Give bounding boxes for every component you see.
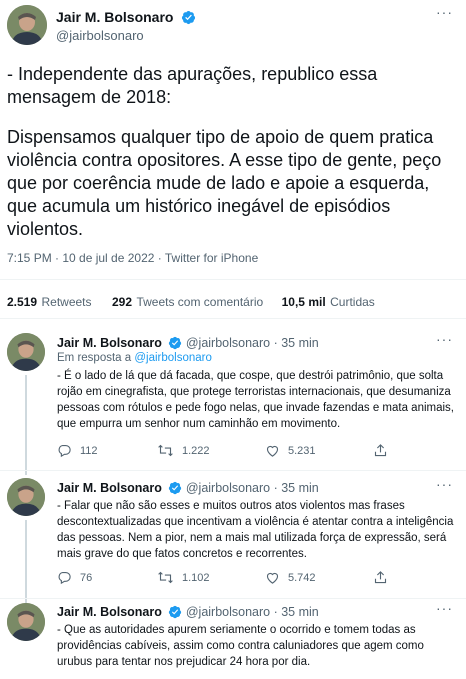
reply-count: 112 <box>80 444 98 457</box>
reply-text: - Que as autoridades apurem seriamente o… <box>57 624 424 668</box>
stat-quotes[interactable]: 292 Tweets com comentário <box>112 293 263 310</box>
reply-author-name[interactable]: Jair M. Bolsonaro <box>57 481 162 495</box>
reply-icon <box>58 571 71 585</box>
reply-handle-time[interactable]: @jairbolsonaro · 35 min <box>186 481 319 495</box>
quotes-label: Tweets com comentário <box>136 295 264 309</box>
main-tweet-handle[interactable]: @jairbolsonaro <box>56 28 144 43</box>
likes-label: Curtidas <box>330 295 375 309</box>
reply-actions: 76 1.102 5.742 <box>57 570 457 588</box>
verified-badge-icon <box>169 336 182 350</box>
avatar-portrait-icon <box>7 603 45 641</box>
avatar-portrait-icon <box>7 5 47 45</box>
reply-author-name[interactable]: Jair M. Bolsonaro <box>57 336 162 350</box>
like-count: 5.742 <box>288 571 316 584</box>
retweet-count: 1.102 <box>182 571 210 584</box>
like-count: 5.231 <box>288 444 316 457</box>
main-tweet-author-name[interactable]: Jair M. Bolsonaro <box>56 9 173 25</box>
quotes-count: 292 <box>111 295 132 309</box>
stat-likes[interactable]: 10,5 mil Curtidas <box>282 293 375 310</box>
verified-badge-icon <box>181 10 195 25</box>
more-options-icon[interactable]: ··· <box>436 331 453 347</box>
reply-avatar[interactable] <box>7 478 45 516</box>
like-button[interactable]: 5.742 <box>265 570 316 585</box>
reply-to-line: Em resposta a @jairbolsonaro <box>57 352 212 364</box>
reply-text: - Falar que não são esses e muitos outro… <box>57 500 454 560</box>
divider <box>0 279 466 280</box>
reply-button[interactable]: 112 <box>57 443 98 458</box>
divider <box>0 470 466 471</box>
reply-handle-time[interactable]: @jairbolsonaro · 35 min <box>186 336 319 350</box>
main-tweet-avatar[interactable] <box>7 5 47 45</box>
stats-bar: 2.519 Retweets 292 Tweets com comentário… <box>7 293 462 311</box>
reply-avatar[interactable] <box>7 333 45 371</box>
more-options-icon[interactable]: ··· <box>436 4 453 20</box>
avatar-portrait-icon <box>7 333 45 371</box>
retweet-button[interactable]: 1.102 <box>157 570 210 585</box>
main-tweet-header: Jair M. Bolsonaro <box>56 9 196 27</box>
retweet-button[interactable]: 1.222 <box>157 443 210 458</box>
reply-actions: 112 1.222 5.231 <box>57 443 457 461</box>
main-tweet-paragraph-2: Dispensamos qualquer tipo de apoio de qu… <box>7 127 442 239</box>
share-button[interactable] <box>373 570 396 585</box>
retweet-icon <box>158 444 173 457</box>
main-tweet-paragraph-1: - Independente das apurações, republico … <box>7 64 378 107</box>
share-button[interactable] <box>373 443 396 458</box>
reply-to-prefix: Em resposta a <box>57 352 132 364</box>
like-icon <box>266 445 279 457</box>
retweets-label: Retweets <box>41 295 92 309</box>
reply-avatar[interactable] <box>7 603 45 641</box>
stat-retweets[interactable]: 2.519 Retweets <box>7 293 92 310</box>
like-button[interactable]: 5.231 <box>265 443 316 458</box>
like-icon <box>266 572 279 584</box>
more-options-icon[interactable]: ··· <box>436 476 453 492</box>
reply-handle-time[interactable]: @jairbolsonaro · 35 min <box>186 605 319 619</box>
reply-text: - É o lado de lá que dá facada, que cosp… <box>57 370 454 430</box>
retweet-icon <box>158 571 173 584</box>
reply-to-handle[interactable]: @jairbolsonaro <box>134 352 212 364</box>
retweets-count: 2.519 <box>7 295 38 309</box>
reply-header: Jair M. Bolsonaro @jairbolsonaro · 35 mi… <box>57 336 319 350</box>
reply-button[interactable]: 76 <box>57 570 92 585</box>
reply-author-name[interactable]: Jair M. Bolsonaro <box>57 605 162 619</box>
thread-line <box>25 520 27 605</box>
reply-header: Jair M. Bolsonaro @jairbolsonaro · 35 mi… <box>57 605 319 619</box>
likes-count: 10,5 mil <box>281 295 326 309</box>
more-options-icon[interactable]: ··· <box>436 600 453 616</box>
share-icon <box>374 444 387 457</box>
avatar-portrait-icon <box>7 478 45 516</box>
verified-badge-icon <box>169 605 182 619</box>
share-icon <box>374 571 387 584</box>
reply-icon <box>58 444 71 458</box>
divider <box>0 318 466 319</box>
main-tweet-timestamp[interactable]: 7:15 PM · 10 de jul de 2022 · Twitter fo… <box>7 251 258 265</box>
retweet-count: 1.222 <box>182 444 210 457</box>
verified-badge-icon <box>169 481 182 495</box>
thread-line <box>25 375 27 475</box>
divider <box>0 598 466 599</box>
reply-count: 76 <box>80 571 93 584</box>
reply-header: Jair M. Bolsonaro @jairbolsonaro · 35 mi… <box>57 481 319 495</box>
